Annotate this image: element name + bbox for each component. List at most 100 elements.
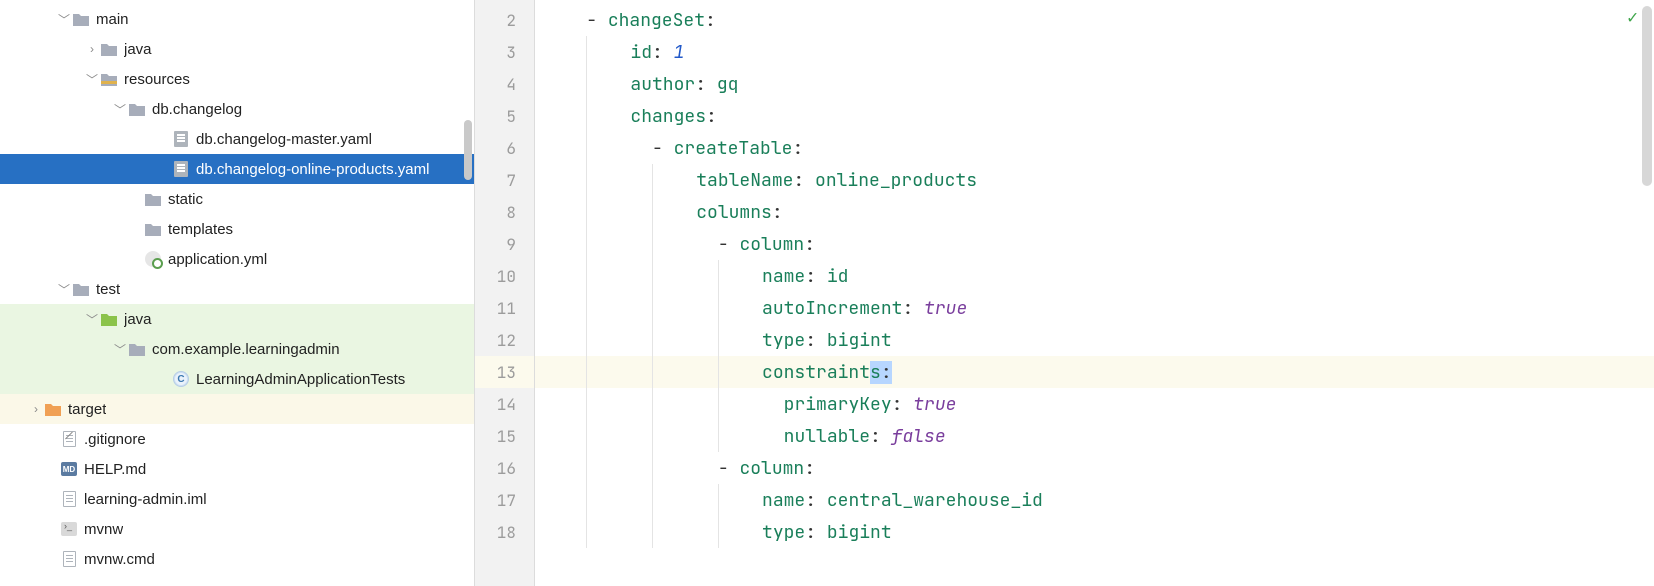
code-line[interactable]: nullable: false: [535, 420, 1654, 452]
gutter-line-number[interactable]: 18: [475, 516, 534, 548]
shell-file-icon: [60, 520, 78, 538]
gutter-line-number[interactable]: 4: [475, 68, 534, 100]
code-line[interactable]: - column:: [535, 228, 1654, 260]
spring-config-icon: [144, 250, 162, 268]
tree-file-mvnw-cmd[interactable]: mvnw.cmd: [0, 544, 474, 574]
folder-icon: [128, 100, 146, 118]
code-line-current[interactable]: constraints:: [535, 356, 1654, 388]
gutter-line-number[interactable]: 3: [475, 36, 534, 68]
tree-file-gitignore[interactable]: .gitignore: [0, 424, 474, 454]
tree-file-iml[interactable]: learning-admin.iml: [0, 484, 474, 514]
code-line[interactable]: type: bigint: [535, 516, 1654, 548]
tree-label: java: [124, 311, 152, 328]
tree-label: db.changelog-online-products.yaml: [196, 161, 429, 178]
tree-label: learning-admin.iml: [84, 491, 207, 508]
tree-scrollbar-thumb[interactable]: [464, 120, 472, 180]
tree-file-application-yml[interactable]: application.yml: [0, 244, 474, 274]
chevron-down-icon: ﹀: [56, 11, 72, 28]
gutter-line-number[interactable]: 17: [475, 484, 534, 516]
tree-package[interactable]: ﹀ com.example.learningadmin: [0, 334, 474, 364]
tree-label: test: [96, 281, 120, 298]
tree-folder-test-java[interactable]: ﹀ java: [0, 304, 474, 334]
code-line[interactable]: - column:: [535, 452, 1654, 484]
folder-icon: [72, 10, 90, 28]
tree-file-tests-java[interactable]: C LearningAdminApplicationTests: [0, 364, 474, 394]
excluded-folder-icon: [44, 400, 62, 418]
gutter-line-number[interactable]: 9: [475, 228, 534, 260]
tree-folder-static[interactable]: static: [0, 184, 474, 214]
code-line[interactable]: changes:: [535, 100, 1654, 132]
code-line[interactable]: type: bigint: [535, 324, 1654, 356]
tree-folder-main[interactable]: ﹀ main: [0, 4, 474, 34]
iml-file-icon: [60, 490, 78, 508]
tree-label: db.changelog: [152, 101, 242, 118]
gutter-line-number[interactable]: 11: [475, 292, 534, 324]
tree-file-help-md[interactable]: MD HELP.md: [0, 454, 474, 484]
editor-scrollbar-thumb[interactable]: [1642, 6, 1652, 186]
tree-file-master-yaml[interactable]: db.changelog-master.yaml: [0, 124, 474, 154]
code-line[interactable]: name: id: [535, 260, 1654, 292]
code-line[interactable]: - changeSet:: [535, 4, 1654, 36]
tree-label: application.yml: [168, 251, 267, 268]
gutter-line-number[interactable]: 15: [475, 420, 534, 452]
chevron-down-icon: ﹀: [84, 311, 100, 328]
tree-folder-templates[interactable]: templates: [0, 214, 474, 244]
gutter-line-number[interactable]: 16: [475, 452, 534, 484]
tree-label: resources: [124, 71, 190, 88]
tree-label: mvnw: [84, 521, 123, 538]
gutter-line-number[interactable]: 7: [475, 164, 534, 196]
tree-folder-target[interactable]: › target: [0, 394, 474, 424]
yaml-file-icon: [172, 160, 190, 178]
chevron-down-icon: ﹀: [112, 341, 128, 358]
gutter-line-number[interactable]: 12: [475, 324, 534, 356]
tree-label: LearningAdminApplicationTests: [196, 371, 405, 388]
editor-scrollbar[interactable]: [1642, 6, 1652, 578]
code-line[interactable]: autoIncrement: true: [535, 292, 1654, 324]
java-class-icon: C: [172, 370, 190, 388]
markdown-file-icon: MD: [60, 460, 78, 478]
text-file-icon: [60, 550, 78, 568]
chevron-right-icon: ›: [28, 402, 44, 416]
gutter-line-number[interactable]: 14: [475, 388, 534, 420]
code-line[interactable]: primaryKey: true: [535, 388, 1654, 420]
folder-icon: [144, 220, 162, 238]
tree-folder-resources[interactable]: ﹀ resources: [0, 64, 474, 94]
tree-label: HELP.md: [84, 461, 146, 478]
code-line[interactable]: name: central_warehouse_id: [535, 484, 1654, 516]
gutter-line-number[interactable]: 2: [475, 4, 534, 36]
tree-label: target: [68, 401, 106, 418]
editor-gutter[interactable]: 23456789101112131415161718: [475, 0, 535, 586]
chevron-down-icon: ﹀: [56, 281, 72, 298]
chevron-down-icon: ﹀: [112, 101, 128, 118]
gutter-line-number[interactable]: 5: [475, 100, 534, 132]
code-line[interactable]: tableName: online_products: [535, 164, 1654, 196]
gutter-line-number[interactable]: 10: [475, 260, 534, 292]
inspection-ok-icon[interactable]: ✓: [1627, 6, 1638, 29]
code-line[interactable]: id: 1: [535, 36, 1654, 68]
folder-icon: [100, 40, 118, 58]
tree-label: main: [96, 11, 129, 28]
gutter-line-number[interactable]: 8: [475, 196, 534, 228]
tree-folder-dbchangelog[interactable]: ﹀ db.changelog: [0, 94, 474, 124]
tree-folder-test[interactable]: ﹀ test: [0, 274, 474, 304]
code-line[interactable]: columns:: [535, 196, 1654, 228]
gutter-line-number[interactable]: 13: [475, 356, 534, 388]
tree-file-online-products-yaml[interactable]: db.changelog-online-products.yaml: [0, 154, 474, 184]
folder-icon: [144, 190, 162, 208]
chevron-right-icon: ›: [84, 42, 100, 56]
code-line[interactable]: - createTable:: [535, 132, 1654, 164]
test-folder-icon: [100, 310, 118, 328]
tree-file-mvnw[interactable]: mvnw: [0, 514, 474, 544]
yaml-file-icon: [172, 130, 190, 148]
tree-label: java: [124, 41, 152, 58]
gitignore-file-icon: [60, 430, 78, 448]
chevron-down-icon: ﹀: [84, 71, 100, 88]
tree-label: templates: [168, 221, 233, 238]
tree-label: com.example.learningadmin: [152, 341, 340, 358]
project-tree[interactable]: ﹀ main › java ﹀ resources ﹀ db.changelog…: [0, 0, 475, 586]
code-line[interactable]: author: gq: [535, 68, 1654, 100]
code-editor[interactable]: ✓ - changeSet: id: 1 author: gq changes:…: [535, 0, 1654, 586]
gutter-line-number[interactable]: 6: [475, 132, 534, 164]
tree-label: mvnw.cmd: [84, 551, 155, 568]
tree-folder-java[interactable]: › java: [0, 34, 474, 64]
